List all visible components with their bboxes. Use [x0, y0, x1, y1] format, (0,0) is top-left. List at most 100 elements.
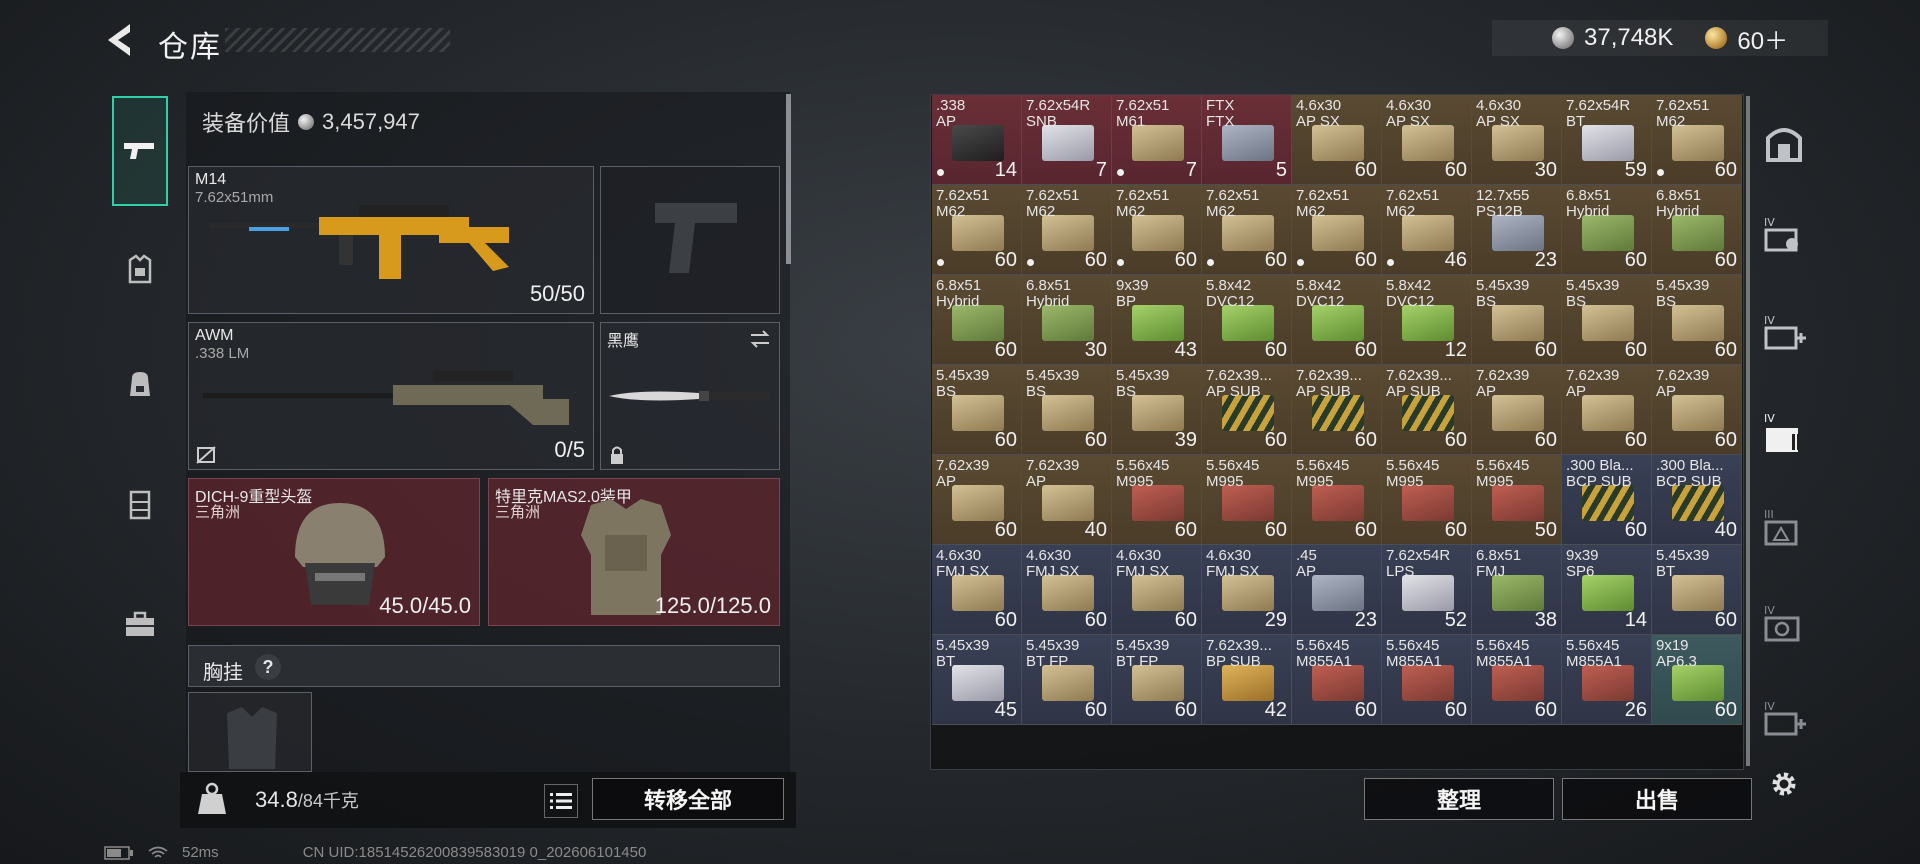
stash-cell[interactable]: .338 AP 14	[932, 95, 1022, 185]
chest-rig-slot[interactable]	[188, 692, 312, 772]
stash-cell[interactable]: 7.62x51 M62 60	[1112, 185, 1202, 275]
stash-home-tab[interactable]	[1756, 114, 1812, 170]
melee-slot[interactable]: 黑鹰	[600, 322, 780, 470]
stash-cell[interactable]: 5.45x39 BS 60	[1472, 275, 1562, 365]
stash-cell[interactable]: 7.62x51 M62 46	[1382, 185, 1472, 275]
tab-backpack[interactable]	[112, 352, 168, 416]
stash-cell[interactable]: 9x39 BP 43	[1112, 275, 1202, 365]
stash-cell[interactable]: 4.6x30 FMJ SX 60	[932, 545, 1022, 635]
stash-cell[interactable]: 5.56x45 M995 60	[1382, 455, 1472, 545]
ammo-caliber: 7.62x51	[1116, 187, 1170, 204]
stash-cell[interactable]: 7.62x51 M62 60	[1022, 185, 1112, 275]
stash-cell[interactable]: 5.56x45 M855A1 60	[1382, 635, 1472, 725]
stash-cell[interactable]: 5.56x45 M995 60	[1202, 455, 1292, 545]
back-button[interactable]	[100, 18, 140, 62]
stash-scrollbar[interactable]	[1746, 96, 1750, 766]
stash-cell[interactable]: 4.6x30 AP SX 60	[1292, 95, 1382, 185]
stash-cell[interactable]: 5.56x45 M995 60	[1292, 455, 1382, 545]
stash-tab-4-b[interactable]: IV	[1756, 304, 1812, 360]
stash-cell[interactable]: 4.6x30 FMJ SX 29	[1202, 545, 1292, 635]
stash-cell[interactable]: 5.8x42 DVC12 60	[1202, 275, 1292, 365]
stash-tab-3[interactable]: III	[1756, 498, 1812, 554]
stash-cell[interactable]: 7.62x54R BT 59	[1562, 95, 1652, 185]
ammo-type: M995	[1116, 473, 1154, 490]
stash-cell[interactable]: .45 AP 23	[1292, 545, 1382, 635]
stash-cell[interactable]: 5.45x39 BT 60	[1652, 545, 1742, 635]
pistol-slot[interactable]	[600, 166, 780, 314]
stash-cell[interactable]: 12.7x55 PS12B 23	[1472, 185, 1562, 275]
sort-button[interactable]: 整理	[1364, 778, 1554, 820]
stash-cell[interactable]: 7.62x51 M62 60	[1202, 185, 1292, 275]
stash-cell[interactable]: 7.62x39... AP SUB 60	[1292, 365, 1382, 455]
stash-cell[interactable]: 9x39 SP6 14	[1562, 545, 1652, 635]
loadout-scrollbar[interactable]	[786, 94, 791, 264]
ammo-type: BS	[1026, 383, 1047, 400]
stash-cell[interactable]: 5.45x39 BS 60	[1022, 365, 1112, 455]
stash-cell[interactable]: 6.8x51 FMJ 38	[1472, 545, 1562, 635]
stash-cell[interactable]: 7.62x51 M62 60	[1652, 95, 1742, 185]
stash-cell[interactable]: 7.62x39 AP 40	[1022, 455, 1112, 545]
stash-cell[interactable]: 5.45x39 BT FP 60	[1112, 635, 1202, 725]
list-view-button[interactable]	[544, 784, 578, 818]
stash-cell[interactable]: 7.62x39 AP 60	[1562, 365, 1652, 455]
stash-cell[interactable]: 5.45x39 BT 45	[932, 635, 1022, 725]
ammo-label: 6.8x51 FMJ	[1476, 548, 1521, 580]
stash-cell[interactable]: 6.8x51 Hybrid 60	[1562, 185, 1652, 275]
secondary-weapon-slot[interactable]: AWM .338 LM 0/5	[188, 322, 594, 470]
settings-button[interactable]	[1756, 756, 1812, 812]
tab-weapons[interactable]	[112, 96, 168, 206]
armor-slot[interactable]: 特里克MAS2.0装甲 三角洲 125.0/125.0	[488, 478, 780, 626]
stash-tab-4-a[interactable]: IV	[1756, 206, 1812, 262]
stash-tab-ammo[interactable]: IV	[1756, 404, 1812, 460]
stash-tab-4-d[interactable]: IV	[1756, 690, 1812, 746]
tab-container[interactable]	[112, 472, 168, 536]
stash-cell[interactable]: 4.6x30 AP SX 30	[1472, 95, 1562, 185]
stash-cell[interactable]: 4.6x30 FMJ SX 60	[1022, 545, 1112, 635]
stash-cell[interactable]: 5.56x45 M855A1 26	[1562, 635, 1652, 725]
helmet-slot[interactable]: DICH-9重型头盔 三角洲 45.0/45.0	[188, 478, 480, 626]
stash-tab-4-c[interactable]: IV	[1756, 594, 1812, 650]
stash-cell[interactable]: 5.45x39 BS 60	[932, 365, 1022, 455]
stash-cell[interactable]: 7.62x39 AP 60	[1472, 365, 1562, 455]
stash-cell[interactable]: 7.62x39... AP SUB 60	[1382, 365, 1472, 455]
stash-cell[interactable]: 4.6x30 FMJ SX 60	[1112, 545, 1202, 635]
stash-cell[interactable]: 7.62x39 AP 60	[932, 455, 1022, 545]
stash-cell[interactable]: 5.45x39 BS 60	[1652, 275, 1742, 365]
stash-cell[interactable]: .300 Bla... BCP SUB 60	[1562, 455, 1652, 545]
ammo-type: M855A1	[1476, 653, 1532, 670]
stash-cell[interactable]: 5.56x45 M995 60	[1112, 455, 1202, 545]
stash-cell[interactable]: 5.56x45 M855A1 60	[1472, 635, 1562, 725]
sell-button[interactable]: 出售	[1562, 778, 1752, 820]
stash-cell[interactable]: 5.56x45 M995 50	[1472, 455, 1562, 545]
stash-cell[interactable]: 7.62x51 M62 60	[1292, 185, 1382, 275]
stash-cell[interactable]: 7.62x54R LPS 52	[1382, 545, 1472, 635]
swap-arrows-icon[interactable]	[747, 329, 773, 349]
stash-cell[interactable]: FTX FTX 5	[1202, 95, 1292, 185]
stash-cell[interactable]: 5.8x42 DVC12 12	[1382, 275, 1472, 365]
stash-cell[interactable]: 5.56x45 M855A1 60	[1292, 635, 1382, 725]
help-button[interactable]: ?	[255, 654, 281, 680]
stash-cell[interactable]: 7.62x51 M62 60	[932, 185, 1022, 275]
stash-cell[interactable]: 4.6x30 AP SX 60	[1382, 95, 1472, 185]
stash-cell[interactable]: 7.62x39 AP 60	[1652, 365, 1742, 455]
stash-cell[interactable]: 7.62x54R SNB 7	[1022, 95, 1112, 185]
tab-armor[interactable]	[112, 238, 168, 302]
stash-cell[interactable]: 9x19 AP6.3 60	[1652, 635, 1742, 725]
primary-weapon-slot[interactable]: M14 7.62x51mm 50/50	[188, 166, 594, 314]
ammo-label: 6.8x51 Hybrid	[1026, 278, 1071, 310]
stash-cell[interactable]: 5.45x39 BT FP 60	[1022, 635, 1112, 725]
tab-toolbox[interactable]	[112, 592, 168, 656]
stash-cell[interactable]: 5.45x39 BS 60	[1562, 275, 1652, 365]
ammo-box-icon	[952, 665, 1004, 701]
stash-cell[interactable]: 7.62x51 M61 7	[1112, 95, 1202, 185]
stash-cell[interactable]: 5.45x39 BS 39	[1112, 365, 1202, 455]
stash-cell[interactable]: 6.8x51 Hybrid 60	[1652, 185, 1742, 275]
stash-cell[interactable]: 7.62x39... BP SUB 42	[1202, 635, 1292, 725]
gold-amount[interactable]: 60＋	[1737, 21, 1788, 56]
stash-cell[interactable]: .300 Bla... BCP SUB 40	[1652, 455, 1742, 545]
stash-cell[interactable]: 6.8x51 Hybrid 60	[932, 275, 1022, 365]
stash-cell[interactable]: 7.62x39... AP SUB 60	[1202, 365, 1292, 455]
stash-cell[interactable]: 5.8x42 DVC12 60	[1292, 275, 1382, 365]
transfer-all-button[interactable]: 转移全部	[592, 778, 784, 820]
stash-cell[interactable]: 6.8x51 Hybrid 30	[1022, 275, 1112, 365]
